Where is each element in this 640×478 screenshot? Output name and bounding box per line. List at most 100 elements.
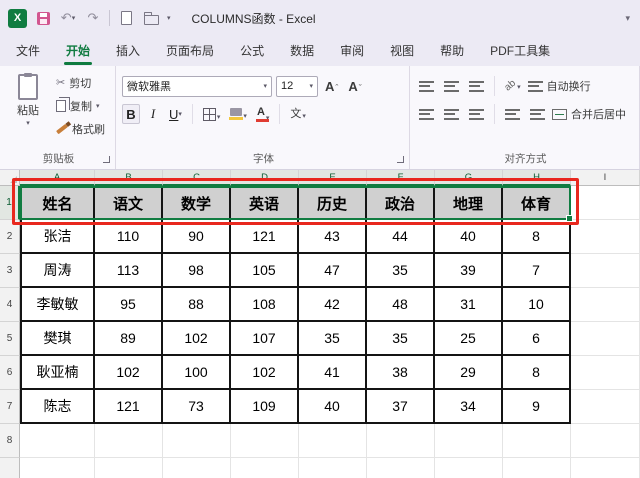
menu-tab-页面布局[interactable]: 页面布局 <box>162 36 218 66</box>
cell-I4[interactable] <box>571 288 640 322</box>
cell-F6[interactable]: 38 <box>367 356 435 390</box>
cell-C1[interactable]: 数学 <box>163 186 231 220</box>
save-button[interactable] <box>34 9 52 27</box>
cell-G2[interactable]: 40 <box>435 220 503 254</box>
row-header-3[interactable]: 3 <box>0 254 20 288</box>
column-header-A[interactable]: A <box>20 170 95 186</box>
cell-F4[interactable]: 48 <box>367 288 435 322</box>
phonetic-guide-button[interactable]: 文 ▾ <box>287 107 309 122</box>
cell-E6[interactable]: 41 <box>299 356 367 390</box>
cell-E8[interactable] <box>299 424 367 458</box>
cell-I6[interactable] <box>571 356 640 390</box>
column-header-C[interactable]: C <box>163 170 231 186</box>
cell-H9[interactable] <box>503 458 571 478</box>
ribbon-display-options-icon[interactable]: ▾ <box>625 13 630 24</box>
cell-E1[interactable]: 历史 <box>299 186 367 220</box>
decrease-indent-button[interactable] <box>502 107 523 122</box>
cell-D8[interactable] <box>231 424 299 458</box>
row-header-8[interactable]: 8 <box>0 424 20 458</box>
column-header-H[interactable]: H <box>503 170 571 186</box>
font-size-select[interactable]: 12 ▾ <box>276 75 318 97</box>
cell-B2[interactable]: 110 <box>95 220 163 254</box>
column-header-F[interactable]: F <box>367 170 435 186</box>
cell-D5[interactable]: 107 <box>231 322 299 356</box>
increase-font-size-button[interactable]: Aˆ <box>322 78 341 95</box>
select-all-corner[interactable] <box>0 170 20 186</box>
cell-D3[interactable]: 105 <box>231 254 299 288</box>
borders-button[interactable]: ▾ <box>200 106 224 123</box>
cell-H6[interactable]: 8 <box>503 356 571 390</box>
cell-C3[interactable]: 98 <box>163 254 231 288</box>
menu-tab-视图[interactable]: 视图 <box>386 36 418 66</box>
fill-handle[interactable] <box>566 215 573 222</box>
merge-center-button[interactable]: 合并后居中 <box>552 106 626 122</box>
cell-D4[interactable]: 108 <box>231 288 299 322</box>
quick-access-chevron-icon[interactable]: ▾ <box>167 15 171 22</box>
cell-C6[interactable]: 100 <box>163 356 231 390</box>
row-header-2[interactable]: 2 <box>0 220 20 254</box>
fill-color-button[interactable]: ▾ <box>227 106 250 122</box>
cell-I5[interactable] <box>571 322 640 356</box>
cell-B3[interactable]: 113 <box>95 254 163 288</box>
menu-tab-数据[interactable]: 数据 <box>286 36 318 66</box>
clipboard-dialog-launcher-icon[interactable] <box>103 156 110 163</box>
menu-tab-PDF工具集[interactable]: PDF工具集 <box>486 36 554 66</box>
cell-A4[interactable]: 李敏敏 <box>20 288 95 322</box>
undo-button[interactable]: ↶ ▾ <box>59 9 77 27</box>
menu-tab-帮助[interactable]: 帮助 <box>436 36 468 66</box>
cell-E5[interactable]: 35 <box>299 322 367 356</box>
cell-D1[interactable]: 英语 <box>231 186 299 220</box>
cell-A9[interactable] <box>20 458 95 478</box>
cell-B9[interactable] <box>95 458 163 478</box>
cell-F9[interactable] <box>367 458 435 478</box>
menu-tab-公式[interactable]: 公式 <box>236 36 268 66</box>
cell-A6[interactable]: 耿亚楠 <box>20 356 95 390</box>
column-header-B[interactable]: B <box>95 170 163 186</box>
cut-button[interactable]: ✂ 剪切 <box>56 75 105 91</box>
cell-A1[interactable]: 姓名 <box>20 186 95 220</box>
cell-F2[interactable]: 44 <box>367 220 435 254</box>
cell-G6[interactable]: 29 <box>435 356 503 390</box>
cell-F5[interactable]: 35 <box>367 322 435 356</box>
cell-H4[interactable]: 10 <box>503 288 571 322</box>
column-header-I[interactable]: I <box>571 170 640 186</box>
cell-E3[interactable]: 47 <box>299 254 367 288</box>
cell-E4[interactable]: 42 <box>299 288 367 322</box>
cell-C7[interactable]: 73 <box>163 390 231 424</box>
cell-G1[interactable]: 地理 <box>435 186 503 220</box>
cell-G4[interactable]: 31 <box>435 288 503 322</box>
align-left-button[interactable] <box>416 107 437 122</box>
align-right-button[interactable] <box>466 107 487 122</box>
cell-G9[interactable] <box>435 458 503 478</box>
cell-I3[interactable] <box>571 254 640 288</box>
new-document-button[interactable] <box>117 9 135 27</box>
cell-H8[interactable] <box>503 424 571 458</box>
cell-D9[interactable] <box>231 458 299 478</box>
cell-I2[interactable] <box>571 220 640 254</box>
align-middle-button[interactable] <box>441 79 462 94</box>
row-header-6[interactable]: 6 <box>0 356 20 390</box>
row-header-4[interactable]: 4 <box>0 288 20 322</box>
cell-H5[interactable]: 6 <box>503 322 571 356</box>
increase-indent-button[interactable] <box>527 107 548 122</box>
open-file-button[interactable] <box>142 9 160 27</box>
cell-A8[interactable] <box>20 424 95 458</box>
cell-A7[interactable]: 陈志 <box>20 390 95 424</box>
font-dialog-launcher-icon[interactable] <box>397 156 404 163</box>
cell-H3[interactable]: 7 <box>503 254 571 288</box>
cell-B5[interactable]: 89 <box>95 322 163 356</box>
cell-E9[interactable] <box>299 458 367 478</box>
underline-button[interactable]: U ▾ <box>166 104 185 124</box>
cell-F8[interactable] <box>367 424 435 458</box>
cell-D2[interactable]: 121 <box>231 220 299 254</box>
copy-button[interactable]: 复制 ▾ <box>56 97 105 114</box>
cell-E7[interactable]: 40 <box>299 390 367 424</box>
cell-C4[interactable]: 88 <box>163 288 231 322</box>
italic-button[interactable]: I <box>144 104 162 124</box>
font-color-button[interactable]: A ▾ <box>254 105 272 124</box>
cell-A5[interactable]: 樊琪 <box>20 322 95 356</box>
cell-F1[interactable]: 政治 <box>367 186 435 220</box>
cell-H7[interactable]: 9 <box>503 390 571 424</box>
paste-button[interactable]: 粘贴 ▾ <box>6 72 50 151</box>
cell-I9[interactable] <box>571 458 640 478</box>
